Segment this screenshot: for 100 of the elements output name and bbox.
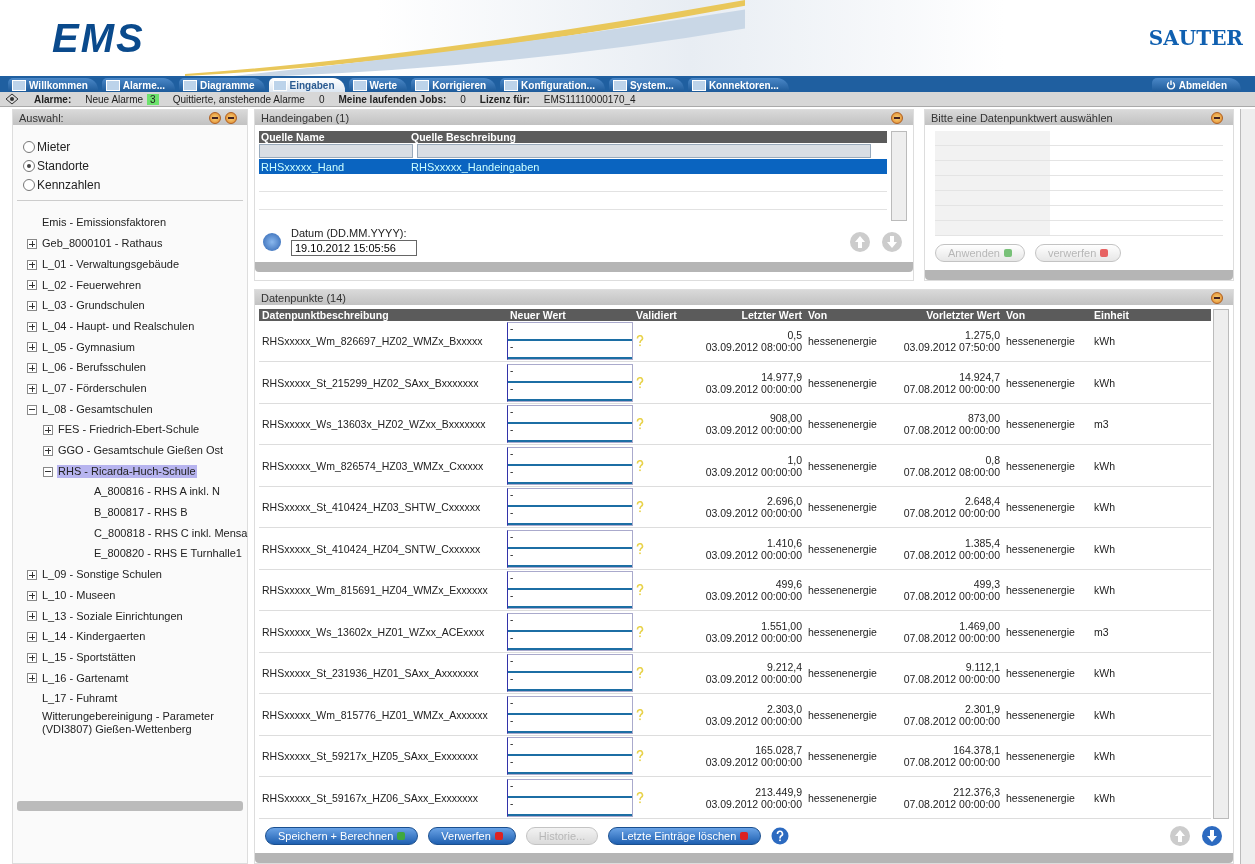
tree-item[interactable]: E_800820 - RHS E Turnhalle1: [93, 547, 243, 562]
tree-item[interactable]: L_03 - Grundschulen: [41, 299, 146, 313]
input-line[interactable]: -: [508, 613, 632, 632]
tab[interactable]: Konfiguration...: [500, 78, 605, 92]
column-header[interactable]: Quelle Beschreibung: [411, 131, 887, 143]
tree-item[interactable]: L_16 - Gartenamt: [41, 671, 130, 686]
input-line[interactable]: -: [508, 590, 632, 609]
column-header[interactable]: Vorletzter Wert: [897, 309, 1003, 321]
filter-field[interactable]: [417, 144, 871, 158]
action-button[interactable]: Speichern + Berechnen: [265, 827, 419, 845]
scrollbar[interactable]: [1213, 309, 1229, 819]
tab[interactable]: Eingaben: [268, 78, 345, 92]
input-line[interactable]: -: [508, 714, 632, 733]
plus-icon[interactable]: [27, 652, 37, 663]
tree-item[interactable]: RHS - Ricarda-Huch-Schule: [57, 464, 197, 479]
action-button[interactable]: Letzte Einträge löschen: [608, 827, 762, 845]
input-line[interactable]: -: [508, 530, 632, 549]
tree-item[interactable]: L_04 - Haupt- und Realschulen: [41, 319, 196, 334]
tab[interactable]: Willkommen: [8, 78, 98, 92]
tree-item[interactable]: A_800816 - RHS A inkl. N: [93, 485, 221, 500]
column-header[interactable]: Von: [1003, 309, 1091, 321]
radio-icon[interactable]: [23, 140, 35, 153]
plus-icon[interactable]: [27, 570, 37, 581]
collapse-icon[interactable]: [1211, 111, 1223, 124]
value-input-field[interactable]: - -: [507, 446, 633, 485]
tree-item[interactable]: L_10 - Museen: [41, 588, 117, 603]
plus-icon[interactable]: [27, 383, 37, 394]
input-line[interactable]: -: [508, 364, 632, 383]
radio-icon[interactable]: [23, 178, 35, 191]
input-line[interactable]: -: [508, 323, 632, 342]
radio-option[interactable]: Mieter: [23, 137, 71, 156]
input-line[interactable]: -: [508, 572, 632, 591]
tab[interactable]: System...: [608, 78, 684, 92]
tree-item[interactable]: L_15 - Sportstätten: [41, 650, 137, 665]
value-input-field[interactable]: - -: [507, 737, 633, 776]
radio-icon[interactable]: [23, 159, 35, 172]
input-line[interactable]: -: [508, 406, 632, 425]
tree-item[interactable]: L_13 - Soziale Einrichtungen: [41, 609, 184, 624]
input-line[interactable]: -: [508, 696, 632, 715]
tree-item[interactable]: L_14 - Kindergaerten: [41, 630, 147, 644]
tab[interactable]: Diagramme: [179, 78, 265, 92]
tab[interactable]: Werte: [348, 78, 408, 92]
plus-icon[interactable]: [27, 280, 37, 291]
filter-field[interactable]: [259, 144, 413, 158]
tree-item[interactable]: Witterungebereinigung - Parameter (VDI3807) Gießen-Wettenberg: [41, 709, 243, 737]
tab[interactable]: Alarme...: [101, 78, 176, 92]
tree-item[interactable]: FES - Friedrich-Ebert-Schule: [57, 423, 201, 438]
plus-icon[interactable]: [43, 425, 53, 436]
value-input-field[interactable]: - -: [507, 405, 633, 444]
tab[interactable]: Konnektoren...: [687, 78, 789, 92]
radio-option[interactable]: Kennzahlen: [23, 175, 101, 194]
tree-item[interactable]: L_06 - Berufsschulen: [41, 361, 147, 376]
input-line[interactable]: -: [508, 655, 632, 674]
tree-item[interactable]: L_09 - Sonstige Schulen: [41, 568, 163, 582]
input-line[interactable]: -: [508, 507, 632, 526]
plus-icon[interactable]: [27, 239, 37, 250]
value-input-field[interactable]: - -: [507, 695, 633, 734]
tree-item[interactable]: C_800818 - RHS C inkl. Mensa: [93, 526, 249, 541]
collapse-icon[interactable]: [225, 111, 237, 124]
plus-icon[interactable]: [27, 301, 37, 312]
input-line[interactable]: -: [508, 489, 632, 508]
action-button[interactable]: Verwerfen: [428, 827, 516, 845]
column-header[interactable]: Einheit: [1091, 309, 1211, 321]
tree-item[interactable]: GGO - Gesamtschule Gießen Ost: [57, 444, 225, 458]
column-header[interactable]: Datenpunktbeschreibung: [259, 309, 507, 321]
column-header[interactable]: Von: [805, 309, 897, 321]
tab[interactable]: Korrigieren: [411, 78, 497, 92]
tree-item[interactable]: L_08 - Gesamtschulen: [41, 402, 154, 417]
input-line[interactable]: -: [508, 447, 632, 466]
radio-option[interactable]: Standorte: [23, 156, 90, 175]
plus-icon[interactable]: [27, 259, 37, 270]
value-input-field[interactable]: - -: [507, 612, 633, 651]
value-input-field[interactable]: - -: [507, 322, 633, 361]
tree-item[interactable]: L_17 - Fuhramt: [41, 692, 119, 707]
plus-icon[interactable]: [27, 611, 37, 622]
value-input-field[interactable]: - -: [507, 488, 633, 527]
input-line[interactable]: -: [508, 548, 632, 567]
input-line[interactable]: -: [508, 673, 632, 692]
value-input-field[interactable]: - -: [507, 529, 633, 568]
input-line[interactable]: -: [508, 779, 632, 798]
collapse-icon[interactable]: [1211, 291, 1223, 304]
input-line[interactable]: -: [508, 465, 632, 484]
column-header[interactable]: Quelle Name: [259, 131, 411, 143]
tree-item[interactable]: L_05 - Gymnasium: [41, 340, 136, 355]
scrollbar[interactable]: [1240, 109, 1255, 864]
column-header[interactable]: Validiert: [633, 309, 699, 321]
expand-icon[interactable]: [209, 111, 221, 124]
input-line[interactable]: -: [508, 341, 632, 360]
table-row[interactable]: RHSxxxxx_Hand RHSxxxxx_Handeingaben: [259, 159, 887, 174]
tree-item[interactable]: L_07 - Förderschulen: [41, 381, 148, 396]
tree-item[interactable]: Geb_8000101 - Rathaus: [41, 237, 164, 251]
input-line[interactable]: -: [508, 797, 632, 816]
tree-item[interactable]: Emis - Emissionsfaktoren: [41, 216, 168, 231]
input-line[interactable]: -: [508, 756, 632, 775]
scrollbar[interactable]: [891, 131, 907, 221]
value-input-field[interactable]: - -: [507, 654, 633, 693]
minus-icon[interactable]: [27, 404, 37, 415]
plus-icon[interactable]: [27, 590, 37, 601]
tree-item[interactable]: L_01 - Verwaltungsgebäude: [41, 257, 180, 272]
column-header[interactable]: Neuer Wert: [507, 309, 633, 321]
